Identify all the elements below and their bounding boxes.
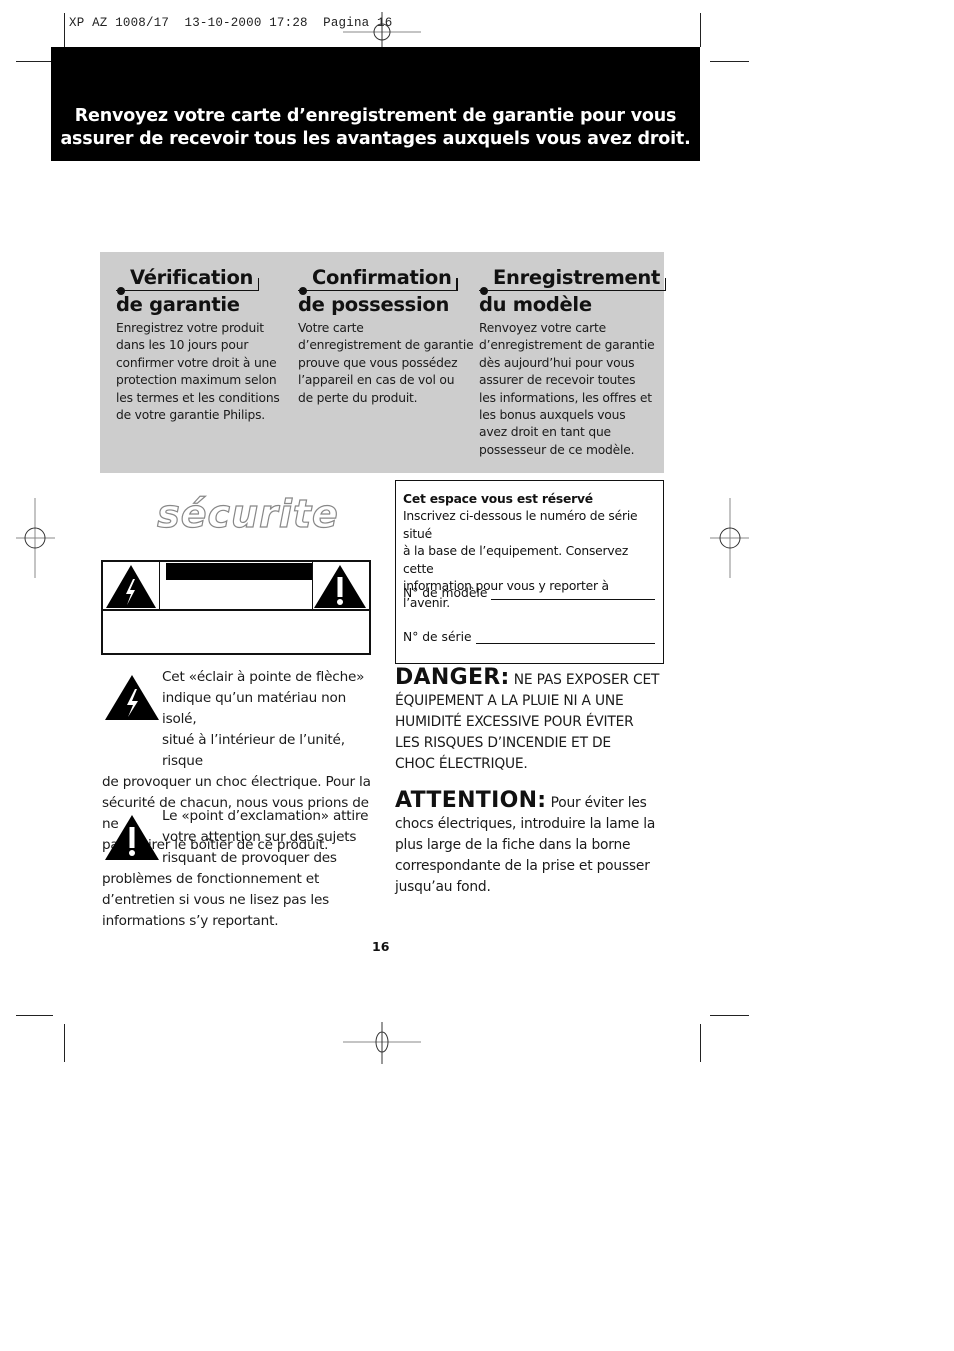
exclamation-warning-icon bbox=[314, 565, 366, 608]
header-banner: Renvoyez votre carte d’enregistrement de… bbox=[51, 47, 700, 161]
registration-mark-right bbox=[710, 498, 749, 578]
model-number-field[interactable]: N° de modèle bbox=[403, 586, 655, 600]
danger-label: DANGER: bbox=[395, 665, 510, 690]
benefit-title: Enregistrement du modèle bbox=[479, 264, 667, 318]
benefit-registration: Enregistrement du modèle Renvoyez votre … bbox=[479, 264, 667, 459]
registration-mark-left bbox=[16, 498, 55, 578]
warning-label bbox=[101, 560, 371, 655]
banner-text: Renvoyez votre carte d’enregistrement de… bbox=[60, 106, 691, 149]
serial-number-box: Cet espace vous est réservé Inscrivez ci… bbox=[395, 480, 664, 664]
securite-title: sécurite bbox=[157, 491, 339, 536]
benefit-verification: Vérification de garantie Enregistrez vot… bbox=[116, 264, 294, 424]
registration-mark-bottom bbox=[343, 1022, 421, 1064]
danger-warning: DANGER: NE PAS EXPOSER CET ÉQUIPEMENT A … bbox=[395, 665, 660, 773]
benefit-body: Enregistrez votre produit dans les 10 jou… bbox=[116, 321, 280, 423]
benefit-body: Votre carte d’enregistrement de garantie p… bbox=[298, 321, 474, 405]
benefit-title: Vérification de garantie bbox=[116, 264, 294, 318]
registration-benefits-panel: Vérification de garantie Enregistrez vot… bbox=[100, 252, 667, 473]
page-number: 16 bbox=[372, 939, 390, 954]
warning-label-bar bbox=[166, 563, 312, 580]
attention-warning: ATTENTION: Pour éviter les chocs électri… bbox=[395, 788, 656, 896]
serial-number-line[interactable] bbox=[475, 633, 655, 644]
benefit-title: Confirmation de possession bbox=[298, 264, 476, 318]
benefit-confirmation: Confirmation de possession Votre carte d’… bbox=[298, 264, 476, 407]
benefit-body: Renvoyez votre carte d’enregistrement de … bbox=[479, 321, 655, 457]
reserve-title: Cet espace vous est réservé bbox=[403, 492, 593, 506]
attention-label: ATTENTION: bbox=[395, 788, 547, 813]
lightning-warning-icon bbox=[106, 565, 156, 608]
model-number-line[interactable] bbox=[491, 589, 655, 600]
serial-number-field[interactable]: N° de série bbox=[403, 630, 655, 644]
exclamation-note: Le «point d’exclamation» attire votre at… bbox=[102, 808, 369, 929]
